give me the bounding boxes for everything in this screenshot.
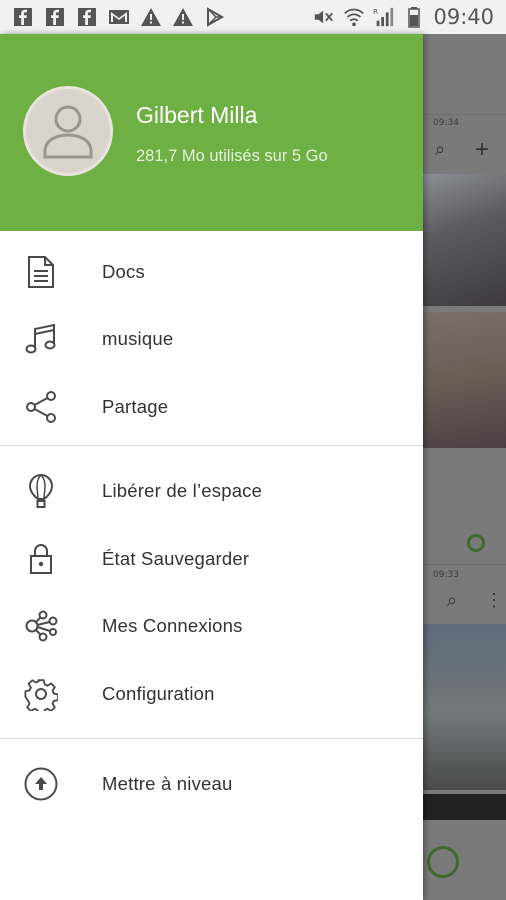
- mute-icon: [313, 6, 335, 28]
- notification-icons: [0, 6, 226, 28]
- menu-item-connections[interactable]: Mes Connexions: [0, 593, 423, 661]
- share-icon: [22, 388, 60, 426]
- connections-icon: [22, 607, 60, 645]
- play-store-icon: [204, 6, 226, 28]
- menu-section-upgrade: Mettre à niveau: [0, 739, 423, 819]
- clock: 09:40: [433, 5, 494, 29]
- menu-item-upgrade[interactable]: Mettre à niveau: [0, 751, 423, 819]
- battery-icon: [403, 6, 425, 28]
- menu-item-label: Mes Connexions: [102, 615, 243, 637]
- menu-section-main: Docs musique Partage: [0, 231, 423, 445]
- bg-more-icon: ⋮: [485, 590, 503, 610]
- menu-item-label: Docs: [102, 260, 145, 282]
- user-icon: [43, 105, 93, 159]
- upgrade-icon: [22, 765, 60, 803]
- menu-item-share[interactable]: Partage: [0, 373, 423, 441]
- system-icons: R 09:40: [313, 5, 506, 29]
- menu-item-settings[interactable]: Configuration: [0, 660, 423, 728]
- facebook-icon: [44, 6, 66, 28]
- signal-icon: R: [373, 6, 395, 28]
- menu-item-label: Libérer de l’espace: [102, 480, 263, 502]
- facebook-icon: [76, 6, 98, 28]
- menu-item-label: État Sauvegarder: [102, 547, 250, 569]
- menu-item-backup-status[interactable]: État Sauvegarder: [0, 525, 423, 593]
- bg-search-icon: ⌕: [435, 139, 446, 159]
- profile-header[interactable]: Gilbert Milla 281,7 Mo utilisés sur 5 Go: [0, 34, 423, 231]
- gear-icon: [22, 675, 60, 713]
- lock-icon: [22, 540, 60, 578]
- menu-item-free-space[interactable]: Libérer de l’espace: [0, 458, 423, 526]
- menu-item-label: musique: [102, 328, 174, 350]
- bg-photo: [423, 174, 506, 306]
- bg-logo-icon: [427, 846, 459, 878]
- document-icon: [22, 253, 60, 291]
- menu-item-label: Partage: [102, 395, 169, 417]
- gmail-icon: [108, 6, 130, 28]
- bg-status-time: 09:33: [433, 570, 459, 580]
- balloon-icon: [22, 472, 60, 510]
- menu-item-label: Configuration: [102, 682, 215, 704]
- bg-logo-icon: [467, 534, 485, 552]
- music-icon: [22, 320, 60, 358]
- menu-item-music[interactable]: musique: [0, 306, 423, 374]
- facebook-icon: [12, 6, 34, 28]
- menu-item-docs[interactable]: Docs: [0, 238, 423, 306]
- navigation-drawer: Gilbert Milla 281,7 Mo utilisés sur 5 Go…: [0, 34, 423, 900]
- bg-status-time: 09:34: [433, 118, 459, 128]
- menu-item-label: Mettre à niveau: [102, 773, 233, 795]
- warning-icon: [140, 6, 162, 28]
- warning-icon: [172, 6, 194, 28]
- storage-usage: 281,7 Mo utilisés sur 5 Go: [136, 147, 328, 165]
- wifi-icon: [343, 6, 365, 28]
- menu-section-tools: Libérer de l’espace État Sauvegarder Mes…: [0, 446, 423, 738]
- bg-photo: [423, 312, 506, 448]
- bg-add-icon: +: [475, 136, 490, 163]
- background-app-preview: 09:34 ⌕ + 09:33 ⌕ ⋮: [423, 34, 506, 900]
- bg-photo: [423, 624, 506, 790]
- status-bar: R 09:40: [0, 0, 506, 34]
- svg-text:R: R: [373, 7, 378, 16]
- avatar[interactable]: [23, 86, 113, 176]
- user-name: Gilbert Milla: [136, 102, 258, 128]
- bg-search-icon: ⌕: [447, 590, 458, 610]
